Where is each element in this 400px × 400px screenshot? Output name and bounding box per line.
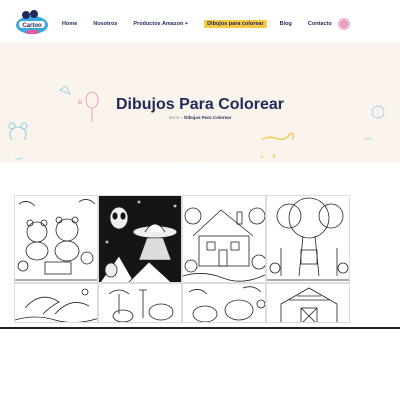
- site-logo[interactable]: Cartoo: [14, 9, 50, 37]
- nav-blog[interactable]: Blog: [280, 21, 292, 27]
- viewport-bottom-edge: [0, 327, 400, 329]
- gallery-tile-safari-animals[interactable]: [98, 283, 182, 323]
- gallery-row: [14, 195, 350, 283]
- nav-productos-amazon[interactable]: Productos Amazon +: [133, 21, 188, 27]
- main-nav: Home Nosotros Productos Amazon + Dibujos…: [62, 20, 348, 28]
- pencil-icon: [58, 85, 72, 95]
- page-title: Dibujos Para Colorear: [115, 96, 285, 113]
- gallery-tile-treehouse-forest[interactable]: [266, 195, 350, 283]
- nav-home[interactable]: Home: [62, 21, 77, 27]
- breadcrumb: Inicio » Dibujos Para Colorear: [0, 115, 400, 120]
- svg-text:Cartoo: Cartoo: [22, 23, 42, 29]
- cart-icon[interactable]: [338, 18, 350, 30]
- hero-wave-divider: [0, 140, 400, 163]
- gallery-tile-jungle-animals[interactable]: [182, 283, 266, 323]
- gallery-tile-dolphins-ocean[interactable]: [14, 283, 98, 323]
- gallery-tile-cottage-garden[interactable]: [182, 195, 266, 283]
- gallery-tile-barn-farm[interactable]: [266, 283, 350, 323]
- gallery-tile-bears-picnic[interactable]: [14, 195, 98, 283]
- gallery-row: [14, 283, 350, 323]
- coloring-gallery: [14, 195, 350, 323]
- nav-dibujos-para-colorear[interactable]: Dibujos para colorear: [204, 20, 267, 28]
- breadcrumb-separator: »: [180, 115, 183, 120]
- breadcrumb-home[interactable]: Inicio: [169, 115, 180, 120]
- nav-contacto[interactable]: Contacto: [308, 21, 332, 27]
- breadcrumb-current: Dibujos Para Colorear: [184, 115, 232, 120]
- nav-nosotros[interactable]: Nosotros: [93, 21, 117, 27]
- site-header: Cartoo Home Nosotros Productos Amazon + …: [0, 0, 400, 42]
- page: Cartoo Home Nosotros Productos Amazon + …: [0, 0, 400, 400]
- gallery-tile-alien-ufo[interactable]: [98, 195, 182, 283]
